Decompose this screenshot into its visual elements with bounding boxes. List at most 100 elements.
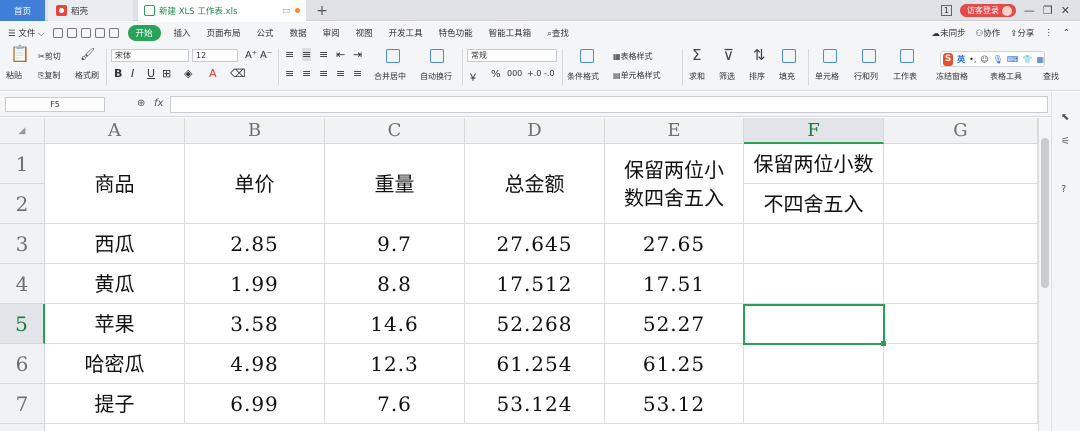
- table-style-button[interactable]: ▦表格样式: [613, 51, 653, 62]
- cell-g5[interactable]: [884, 304, 1038, 344]
- sync-button[interactable]: ☁未同步: [932, 27, 966, 39]
- menu-tab-developer[interactable]: 开发工具: [389, 27, 423, 39]
- more-icon[interactable]: ⋮: [1044, 28, 1053, 38]
- print-icon[interactable]: [66, 27, 77, 38]
- vertical-scrollbar[interactable]: [1038, 118, 1051, 431]
- zoom-icon[interactable]: ⊕: [137, 98, 145, 109]
- restore-button[interactable]: ❐: [1043, 4, 1053, 17]
- underline-button[interactable]: U: [147, 67, 155, 80]
- grid-menu-icon[interactable]: ▦: [1036, 55, 1044, 64]
- mic-icon[interactable]: 🎙: [993, 55, 1003, 64]
- column-header-c[interactable]: C: [325, 118, 465, 144]
- cell-g1[interactable]: [884, 144, 1038, 184]
- ime-toolbar[interactable]: S 英 •, ☺ 🎙 ⌨ 👕 ▦: [940, 51, 1045, 67]
- collapse-icon[interactable]: ⌃: [1063, 28, 1070, 38]
- align-middle-icon[interactable]: ≡: [302, 48, 312, 61]
- menu-tab-review[interactable]: 审阅: [323, 27, 340, 39]
- conditional-format-button[interactable]: 条件格式: [567, 71, 599, 82]
- row-header-4[interactable]: 4: [0, 264, 45, 304]
- cell-d4[interactable]: 17.512: [465, 264, 605, 304]
- preview-icon[interactable]: [80, 27, 91, 38]
- thousands-button[interactable]: 000: [507, 69, 522, 78]
- menu-tab-data[interactable]: 数据: [290, 27, 307, 39]
- save-icon[interactable]: [52, 27, 63, 38]
- visitor-login-button[interactable]: 访客登录: [959, 4, 1016, 17]
- cell-a4[interactable]: 黄瓜: [45, 264, 185, 304]
- redo-icon[interactable]: [108, 27, 119, 38]
- currency-button[interactable]: ￥: [468, 69, 478, 84]
- row-header-2[interactable]: 2: [0, 184, 45, 224]
- fx-icon[interactable]: fx: [154, 98, 163, 109]
- font-size-select[interactable]: 12: [192, 49, 238, 62]
- cell-e3[interactable]: 27.65: [605, 224, 744, 264]
- ime-language[interactable]: 英: [957, 54, 965, 65]
- cell-a7[interactable]: 提子: [45, 384, 185, 424]
- filter-button[interactable]: 筛选: [719, 71, 735, 82]
- cell-b5[interactable]: 3.58: [185, 304, 325, 344]
- menu-tab-smart-toolbox[interactable]: 智能工具箱: [489, 27, 532, 39]
- hamburger-menu[interactable]: ☰ 文件 ⌵: [8, 27, 45, 39]
- clear-format-icon[interactable]: ⌫: [230, 67, 246, 80]
- cell-b1[interactable]: 单价: [185, 144, 325, 224]
- cell-f1[interactable]: 保留两位小数: [744, 144, 884, 184]
- help-icon[interactable]: ?: [1061, 184, 1066, 195]
- tab-home[interactable]: 首页: [0, 0, 45, 21]
- menu-tab-features[interactable]: 特色功能: [439, 27, 473, 39]
- cell-a6[interactable]: 哈密瓜: [45, 344, 185, 384]
- column-header-a[interactable]: A: [45, 118, 185, 144]
- settings-sliders-icon[interactable]: ⚟: [1061, 136, 1070, 147]
- skin-icon[interactable]: 👕: [1022, 55, 1032, 64]
- cell-d7[interactable]: 53.124: [465, 384, 605, 424]
- fill-color-icon[interactable]: ◈: [184, 67, 192, 80]
- cell-e5[interactable]: 52.27: [605, 304, 744, 344]
- cell-g6[interactable]: [884, 344, 1038, 384]
- column-header-e[interactable]: E: [605, 118, 744, 144]
- fill-button[interactable]: 填充: [779, 71, 795, 82]
- row-header-5[interactable]: 5: [0, 304, 45, 344]
- sum-button[interactable]: 求和: [689, 71, 705, 82]
- scrollbar-thumb[interactable]: [1041, 138, 1049, 288]
- cell-f5-selected[interactable]: [743, 304, 885, 345]
- worksheet-button[interactable]: 工作表: [893, 71, 917, 82]
- merge-center-button[interactable]: 合并居中: [374, 71, 406, 82]
- cell-c5[interactable]: 14.6: [325, 304, 465, 344]
- cell-b3[interactable]: 2.85: [185, 224, 325, 264]
- cell-e4[interactable]: 17.51: [605, 264, 744, 304]
- tab-daoke[interactable]: 稻壳: [48, 0, 133, 21]
- italic-button[interactable]: I: [131, 67, 134, 80]
- emoji-icon[interactable]: ☺: [980, 55, 988, 64]
- cell-g3[interactable]: [884, 224, 1038, 264]
- row-col-button[interactable]: 行和列: [854, 71, 878, 82]
- cell-a5[interactable]: 苹果: [45, 304, 185, 344]
- cell-f4[interactable]: [744, 264, 884, 304]
- cell-b6[interactable]: 4.98: [185, 344, 325, 384]
- cell-g2[interactable]: [884, 184, 1038, 224]
- menu-tab-insert[interactable]: 插入: [174, 27, 191, 39]
- decimal-increase-button[interactable]: +.0: [527, 69, 541, 78]
- column-header-b[interactable]: B: [185, 118, 325, 144]
- cell-d3[interactable]: 27.645: [465, 224, 605, 264]
- cell-b4[interactable]: 1.99: [185, 264, 325, 304]
- cell-f3[interactable]: [744, 224, 884, 264]
- keyboard-icon[interactable]: ⌨: [1007, 55, 1019, 64]
- decimal-decrease-button[interactable]: -.0: [544, 69, 555, 78]
- cell-e1[interactable]: 保留两位小数四舍五入: [605, 144, 744, 224]
- cell-e7[interactable]: 53.12: [605, 384, 744, 424]
- align-top-icon[interactable]: ≡: [285, 48, 294, 61]
- cell-a3[interactable]: 西瓜: [45, 224, 185, 264]
- fill-handle[interactable]: [881, 341, 886, 346]
- column-header-d[interactable]: D: [465, 118, 605, 144]
- cursor-icon[interactable]: ⬉: [1061, 112, 1069, 123]
- spreadsheet-grid[interactable]: ◢ A B C D E F G 1 2 3 4 5 6 7 商品 单价 重量 总…: [0, 118, 1038, 431]
- justify-icon[interactable]: ≡: [336, 67, 345, 80]
- row-header-6[interactable]: 6: [0, 344, 45, 384]
- cell-a1[interactable]: 商品: [45, 144, 185, 224]
- name-box[interactable]: F5: [5, 97, 105, 112]
- format-painter-button[interactable]: 格式刷: [75, 70, 99, 81]
- cell-d1[interactable]: 总金额: [465, 144, 605, 224]
- row-header-7[interactable]: 7: [0, 384, 45, 424]
- sort-button[interactable]: 排序: [749, 71, 765, 82]
- cell-c7[interactable]: 7.6: [325, 384, 465, 424]
- tab-document[interactable]: 新建 XLS 工作表.xls ▭: [138, 0, 306, 21]
- paste-icon[interactable]: 📋: [10, 46, 30, 62]
